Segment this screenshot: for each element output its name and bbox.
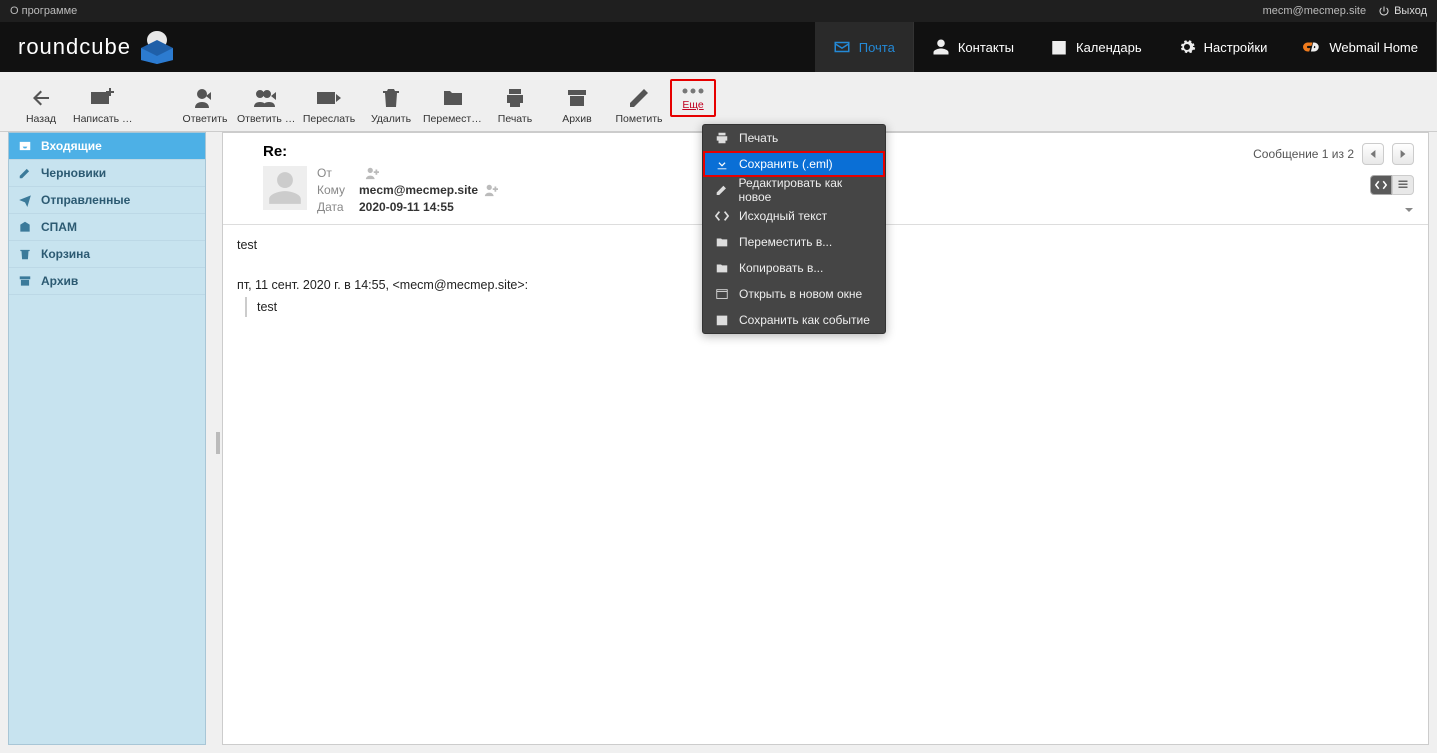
copy-icon (715, 261, 729, 275)
tab-contacts-label: Контакты (958, 40, 1014, 55)
trash-icon (377, 86, 405, 110)
to-label: Кому (317, 183, 353, 197)
topbar: О программе mecm@mecmep.site Выход (0, 0, 1437, 22)
pane-splitter[interactable] (214, 132, 222, 753)
move-icon (715, 235, 729, 249)
move-button[interactable]: Переместить (422, 72, 484, 131)
new-window-icon (715, 287, 729, 301)
folder-drafts[interactable]: Черновики (9, 160, 205, 187)
more-icon (679, 87, 707, 95)
prev-message-button[interactable] (1362, 143, 1384, 165)
tab-webmail-home[interactable]: Webmail Home (1285, 22, 1436, 72)
dropdown-move-to[interactable]: Переместить в... (703, 229, 885, 255)
view-text-button[interactable] (1392, 175, 1414, 195)
forward-icon (315, 86, 343, 110)
tab-webmail-home-label: Webmail Home (1329, 40, 1418, 55)
pencil-icon (17, 166, 33, 180)
next-message-button[interactable] (1392, 143, 1414, 165)
add-contact-icon[interactable] (484, 183, 498, 197)
folder-inbox[interactable]: Входящие (9, 133, 205, 160)
archive-icon (563, 86, 591, 110)
archive-button[interactable]: Архив (546, 72, 608, 131)
dropdown-save-eml[interactable]: Сохранить (.eml) (703, 151, 885, 177)
view-html-button[interactable] (1370, 175, 1392, 195)
more-dropdown: Печать Сохранить (.eml) Редактировать ка… (702, 124, 886, 334)
cpanel-icon (1303, 38, 1321, 56)
folder-trash[interactable]: Корзина (9, 241, 205, 268)
save-event-icon (715, 313, 729, 327)
dropdown-print[interactable]: Печать (703, 125, 885, 151)
message-counter-bar: Сообщение 1 из 2 (1253, 143, 1414, 165)
gear-icon (1178, 38, 1196, 56)
mark-button[interactable]: Пометить (608, 72, 670, 131)
reply-icon (191, 86, 219, 110)
dropdown-copy-to[interactable]: Копировать в... (703, 255, 885, 281)
view-toggle (1370, 175, 1414, 195)
print-button[interactable]: Печать (484, 72, 546, 131)
sent-icon (17, 193, 33, 207)
tab-calendar-label: Календарь (1076, 40, 1142, 55)
download-icon (715, 157, 729, 171)
logout-label: Выход (1394, 5, 1427, 17)
more-button[interactable]: Еще (670, 79, 716, 117)
tab-calendar[interactable]: Календарь (1032, 22, 1160, 72)
compose-button[interactable]: Написать с... (72, 72, 134, 131)
print-icon (501, 86, 529, 110)
forward-button[interactable]: Переслать (298, 72, 360, 131)
trash-icon (17, 247, 33, 261)
tab-mail[interactable]: Почта (815, 22, 913, 72)
to-value: mecm@mecmep.site (359, 183, 478, 197)
spam-icon (17, 220, 33, 234)
from-label: От (317, 166, 353, 180)
archive-icon (17, 274, 33, 288)
delete-button[interactable]: Удалить (360, 72, 422, 131)
inbox-icon (17, 139, 33, 153)
dropdown-new-window[interactable]: Открыть в новом окне (703, 281, 885, 307)
mail-icon (833, 38, 851, 56)
tab-settings-label: Настройки (1204, 40, 1268, 55)
folder-sent[interactable]: Отправленные (9, 187, 205, 214)
print-icon (715, 131, 729, 145)
code-icon (715, 209, 729, 223)
reply-button[interactable]: Ответить (174, 72, 236, 131)
arrow-left-icon (27, 86, 55, 110)
tab-settings[interactable]: Настройки (1160, 22, 1286, 72)
logout-link[interactable]: Выход (1378, 5, 1427, 17)
header-tabs: Почта Контакты Календарь Настройки Webma… (815, 22, 1437, 72)
folder-spam[interactable]: СПАМ (9, 214, 205, 241)
edit-icon (715, 183, 728, 197)
tab-mail-label: Почта (859, 40, 895, 55)
add-contact-icon[interactable] (365, 166, 379, 180)
power-icon (1378, 5, 1390, 17)
folder-archive[interactable]: Архив (9, 268, 205, 295)
date-value: 2020-09-11 14:55 (359, 200, 454, 214)
folder-list: Входящие Черновики Отправленные СПАМ Кор… (8, 132, 206, 745)
mark-icon (625, 86, 653, 110)
header-toggle[interactable] (1404, 203, 1414, 217)
reply-all-button[interactable]: Ответить вс... (236, 72, 298, 131)
dropdown-source[interactable]: Исходный текст (703, 203, 885, 229)
reply-all-icon (253, 86, 281, 110)
tab-contacts[interactable]: Контакты (914, 22, 1032, 72)
dropdown-save-event[interactable]: Сохранить как событие (703, 307, 885, 333)
logo: roundcube (0, 22, 815, 72)
back-button[interactable]: Назад (10, 72, 72, 131)
message-counter: Сообщение 1 из 2 (1253, 147, 1354, 161)
about-link[interactable]: О программе (10, 5, 77, 17)
avatar (263, 166, 307, 210)
date-label: Дата (317, 200, 353, 214)
logo-icon (137, 30, 177, 64)
app-header: roundcube Почта Контакты Календарь Настр… (0, 22, 1437, 72)
toolbar: Назад Написать с... Ответить Ответить вс… (0, 72, 1437, 132)
compose-icon (89, 86, 117, 110)
user-icon (932, 38, 950, 56)
calendar-icon (1050, 38, 1068, 56)
folder-move-icon (439, 86, 467, 110)
account-email: mecm@mecmep.site (1263, 5, 1366, 17)
dropdown-edit-as-new[interactable]: Редактировать как новое (703, 177, 885, 203)
